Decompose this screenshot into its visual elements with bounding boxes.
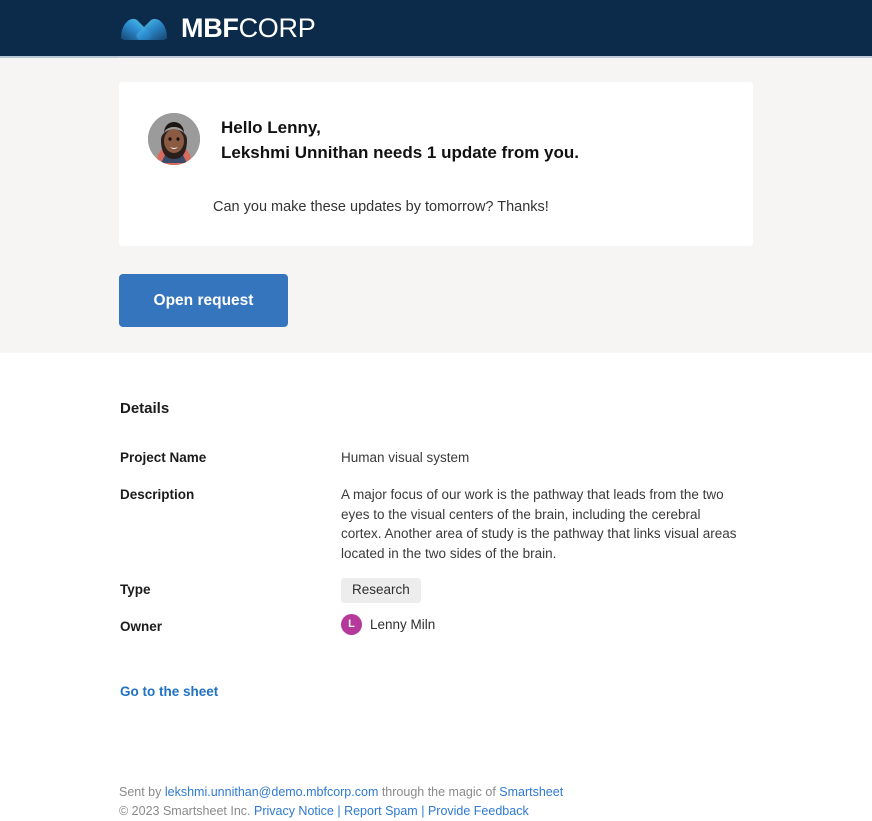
- footer: Sent by lekshmi.unnithan@demo.mbfcorp.co…: [119, 783, 563, 821]
- report-spam-link[interactable]: Report Spam: [344, 804, 418, 818]
- greeting-row: Hello Lenny, Lekshmi Unnithan needs 1 up…: [148, 113, 579, 165]
- detail-value-project-name: Human visual system: [341, 450, 470, 465]
- greeting-message: Can you make these updates by tomorrow? …: [213, 199, 549, 215]
- greeting-card: Hello Lenny, Lekshmi Unnithan needs 1 up…: [119, 82, 753, 246]
- greeting-line-2: Lekshmi Unnithan needs 1 update from you…: [221, 143, 579, 162]
- details-section: Details Project Name Human visual system…: [0, 353, 872, 820]
- brand-lockup: MBFCORP: [119, 12, 316, 43]
- detail-row-owner: Owner L Lenny Miln: [120, 614, 760, 636]
- detail-label-description: Description: [120, 487, 195, 502]
- brand-name-bold: MBF: [181, 12, 239, 43]
- privacy-notice-link[interactable]: Privacy Notice: [254, 804, 334, 818]
- detail-row-project-name: Project Name Human visual system: [120, 448, 760, 468]
- owner-chip: L Lenny Miln: [341, 614, 435, 635]
- sender-avatar-photo: [148, 113, 200, 165]
- detail-value-description: A major focus of our work is the pathway…: [341, 487, 737, 561]
- smartsheet-link[interactable]: Smartsheet: [499, 785, 563, 799]
- provide-feedback-link[interactable]: Provide Feedback: [428, 804, 529, 818]
- greeting-line-1: Hello Lenny,: [221, 118, 321, 137]
- footer-separator-1: |: [333, 804, 345, 818]
- detail-label-owner: Owner: [120, 619, 163, 634]
- footer-copyright: © 2023 Smartsheet Inc.: [119, 804, 254, 818]
- detail-row-description: Description A major focus of our work is…: [120, 485, 760, 563]
- brand-name-light: CORP: [238, 12, 316, 43]
- detail-row-type: Type Research: [120, 578, 760, 603]
- owner-name: Lenny Miln: [370, 616, 436, 632]
- footer-line-legal: © 2023 Smartsheet Inc. Privacy Notice | …: [119, 802, 563, 821]
- type-badge: Research: [341, 578, 421, 603]
- brand-name: MBFCORP: [181, 12, 316, 43]
- detail-label-project-name: Project Name: [120, 450, 207, 465]
- sender-email-link[interactable]: lekshmi.unnithan@demo.mbfcorp.com: [165, 785, 378, 799]
- footer-separator-2: |: [417, 804, 428, 818]
- details-heading: Details: [120, 400, 170, 417]
- detail-value-owner: L Lenny Miln: [341, 614, 435, 636]
- open-request-button[interactable]: Open request: [119, 274, 288, 327]
- owner-avatar: L: [341, 614, 362, 635]
- detail-label-type: Type: [120, 582, 151, 597]
- greeting-text-block: Hello Lenny, Lekshmi Unnithan needs 1 up…: [221, 113, 579, 165]
- mbf-logo-icon: [119, 14, 169, 42]
- footer-through-text: through the magic of: [378, 785, 500, 799]
- email-page: MBFCORP Hello Lenny, Lekshmi Unnithan ne…: [0, 0, 872, 820]
- footer-line-sent-by: Sent by lekshmi.unnithan@demo.mbfcorp.co…: [119, 783, 563, 802]
- detail-value-type: Research: [341, 578, 421, 603]
- footer-sent-by-prefix: Sent by: [119, 785, 165, 799]
- page-header: MBFCORP: [0, 0, 872, 56]
- go-to-sheet-link[interactable]: Go to the sheet: [120, 684, 218, 699]
